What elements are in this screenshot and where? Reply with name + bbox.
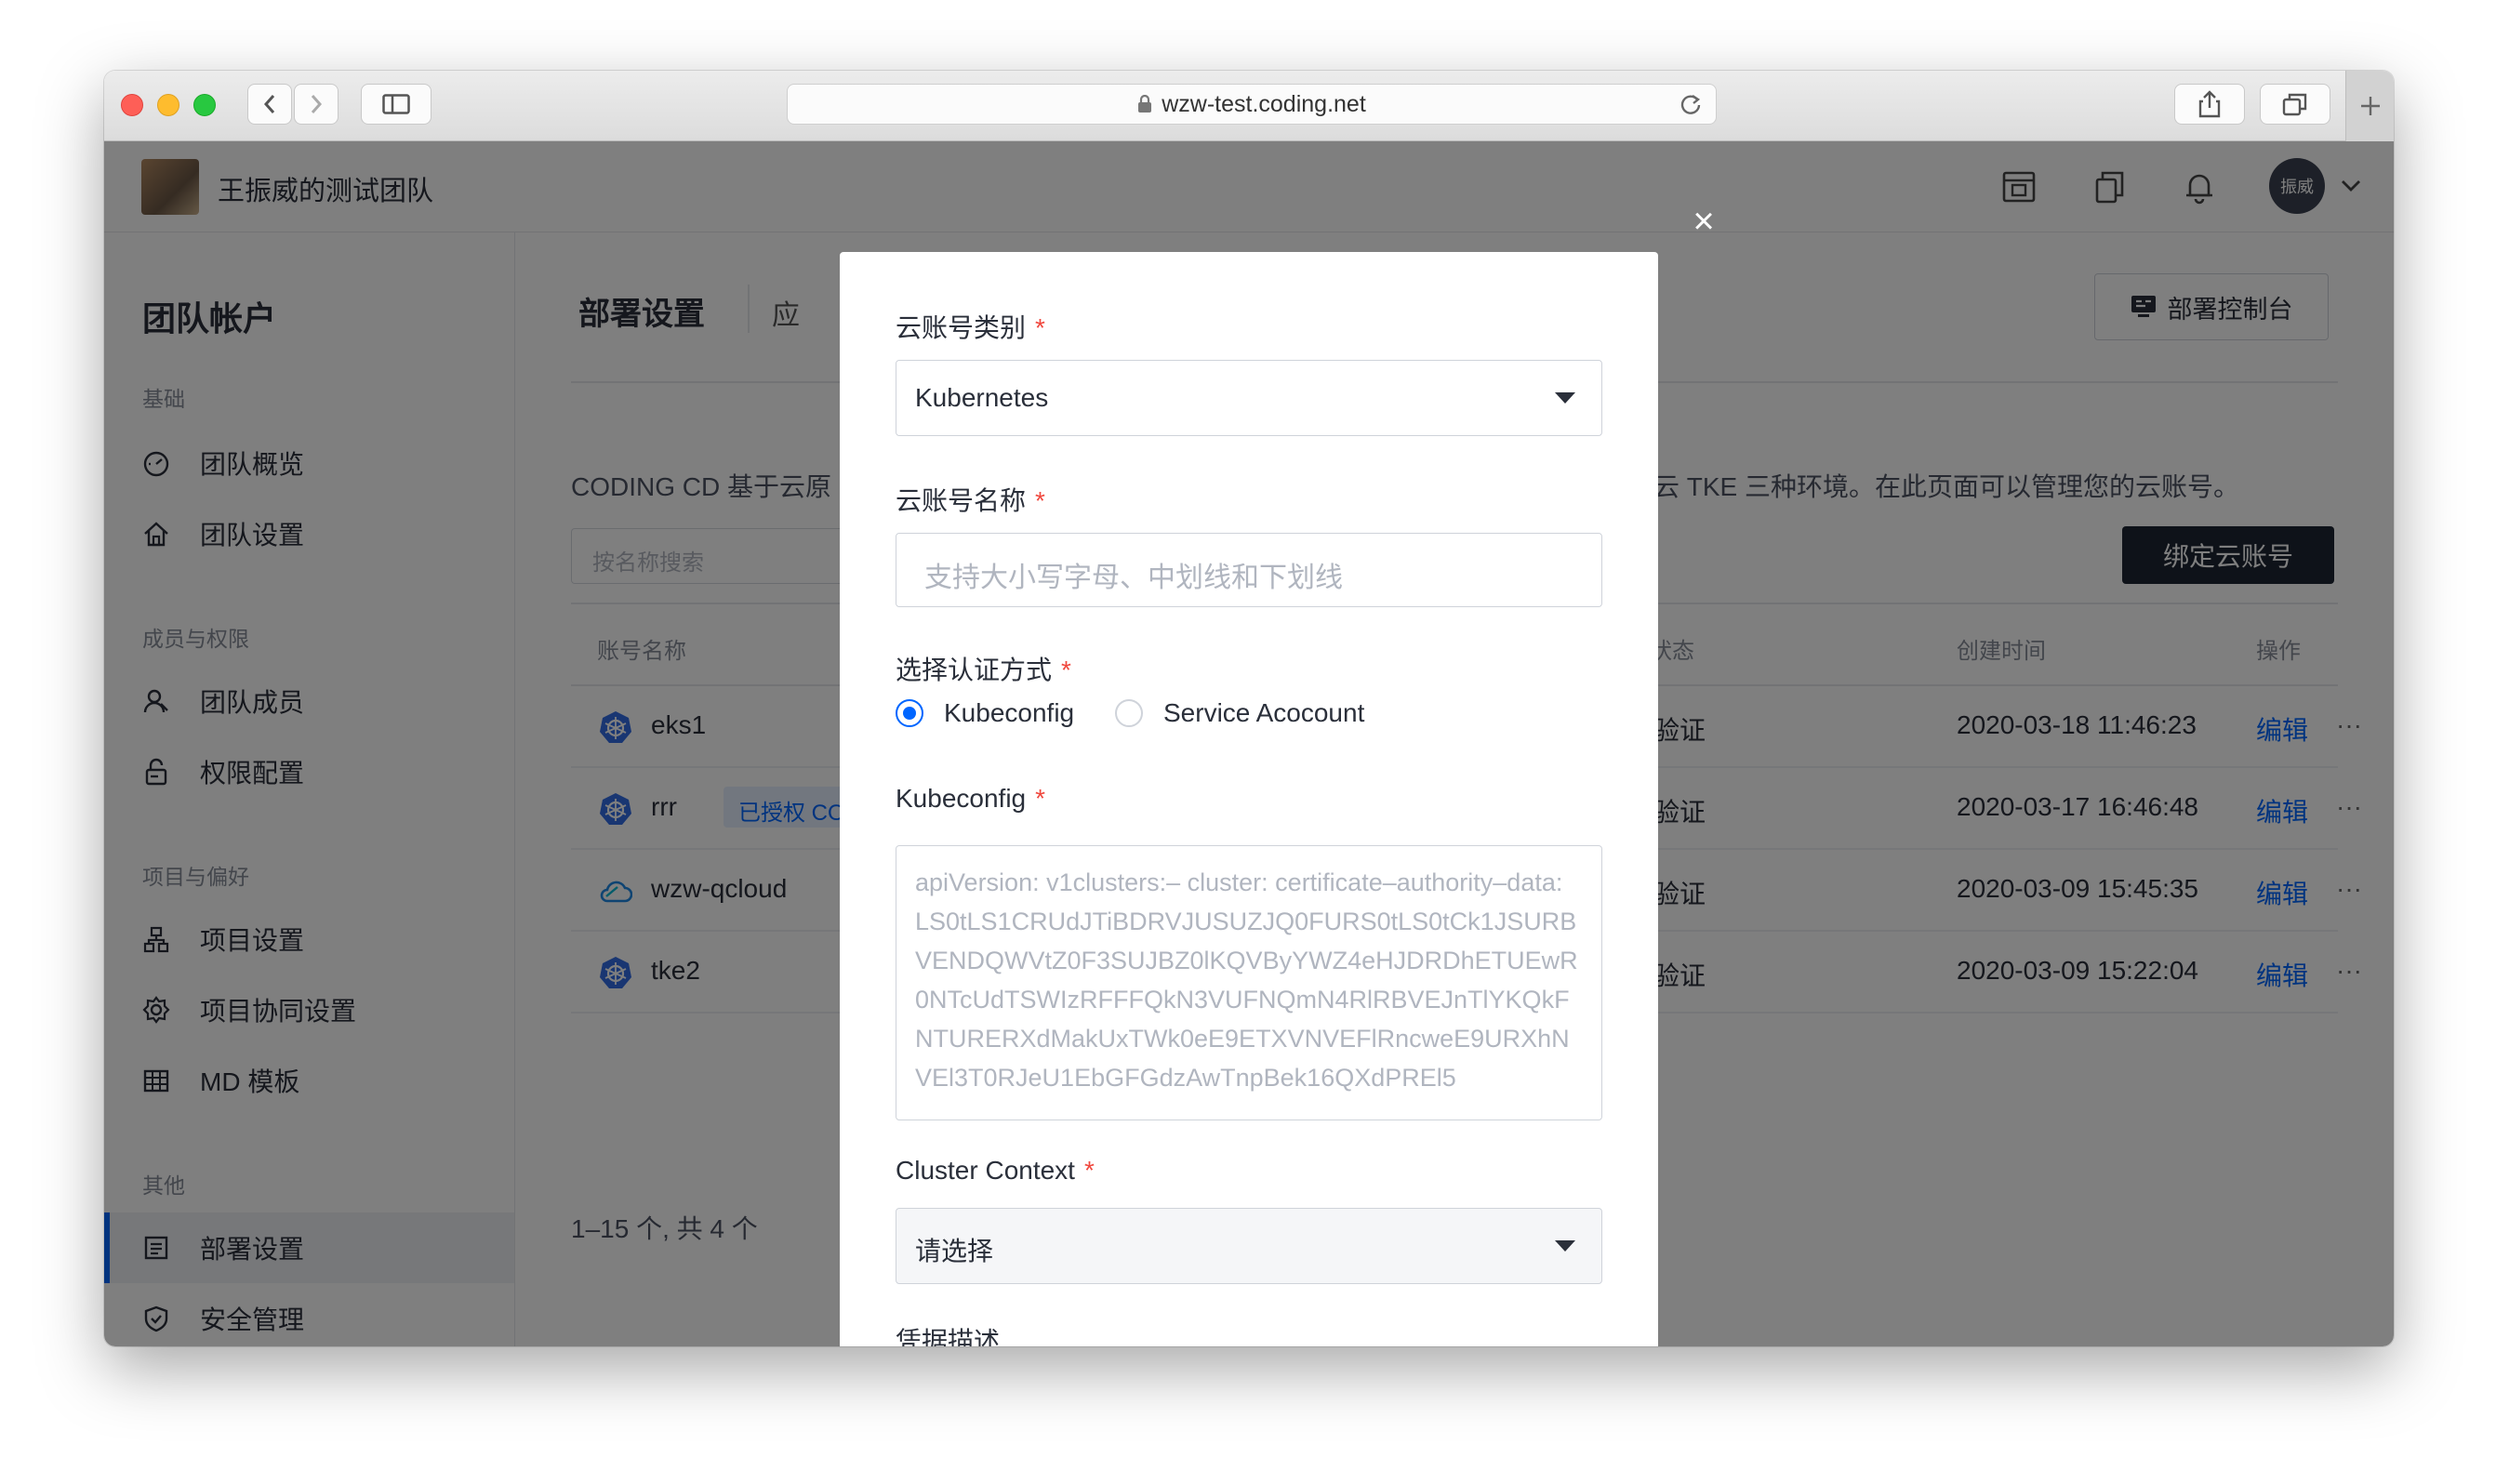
tabs-overview-button[interactable] (2260, 84, 2330, 125)
maximize-window-button[interactable] (193, 94, 216, 116)
auth-method-radio-group: Kubeconfig Service Acocount (896, 698, 1602, 735)
account-name-input[interactable]: 支持大小写字母、中划线和下划线 (896, 533, 1602, 607)
account-type-value: Kubernetes (915, 383, 1049, 412)
forward-button[interactable] (294, 84, 339, 125)
chevron-left-icon (263, 95, 275, 113)
required-mark: * (1035, 784, 1046, 813)
url-text: wzw-test.coding.net (1162, 90, 1366, 117)
required-mark: * (1035, 313, 1045, 342)
auth-method-label: 选择认证方式 * (896, 656, 1071, 684)
lock-icon (1138, 95, 1152, 113)
caret-down-icon (1555, 1240, 1575, 1252)
new-tab-button[interactable] (2345, 71, 2394, 141)
radio-selected-icon (896, 699, 923, 727)
sidebar-icon (382, 94, 410, 114)
back-button[interactable] (247, 84, 292, 125)
reload-icon[interactable] (1679, 92, 1703, 116)
tabs-icon (2282, 93, 2307, 116)
share-button[interactable] (2174, 84, 2245, 125)
browser-titlebar: wzw-test.coding.net (104, 71, 2394, 141)
plus-icon (2360, 97, 2380, 115)
browser-window: wzw-test.coding.net 王振威的测试团队 振威 团队帐户 基础 (104, 71, 2394, 1346)
radio-service-account[interactable]: Service Acocount (1115, 698, 1364, 728)
minimize-window-button[interactable] (157, 94, 179, 116)
bind-account-modal: 云账号类别 * Kubernetes 云账号名称 * 支持大小写字母、中划线和下划线… (840, 252, 1658, 1346)
account-name-label: 云账号名称 * (896, 486, 1045, 515)
required-mark: * (1035, 486, 1045, 515)
cluster-context-select[interactable]: 请选择 (896, 1208, 1602, 1284)
close-icon[interactable]: × (1685, 201, 1722, 242)
address-bar[interactable]: wzw-test.coding.net (787, 84, 1717, 125)
share-icon (2198, 90, 2221, 118)
cluster-context-value: 请选择 (915, 1237, 994, 1265)
chevron-right-icon (311, 95, 323, 113)
kubeconfig-label: Kubeconfig * (896, 784, 1046, 813)
radio-kubeconfig[interactable]: Kubeconfig (896, 698, 1074, 728)
radio-unselected-icon (1115, 699, 1143, 727)
cluster-context-label: Cluster Context * (896, 1156, 1095, 1185)
required-mark: * (1061, 656, 1071, 684)
required-mark: * (1083, 1156, 1095, 1185)
caret-down-icon (1555, 392, 1575, 404)
kubeconfig-textarea[interactable]: apiVersion: v1clusters:– cluster: certif… (896, 845, 1602, 1120)
credential-description-label: 凭据描述 (896, 1327, 1001, 1346)
account-type-select[interactable]: Kubernetes (896, 360, 1602, 436)
close-window-button[interactable] (121, 94, 143, 116)
account-type-label: 云账号类别 * (896, 313, 1045, 342)
sidebar-toggle-button[interactable] (361, 84, 431, 125)
